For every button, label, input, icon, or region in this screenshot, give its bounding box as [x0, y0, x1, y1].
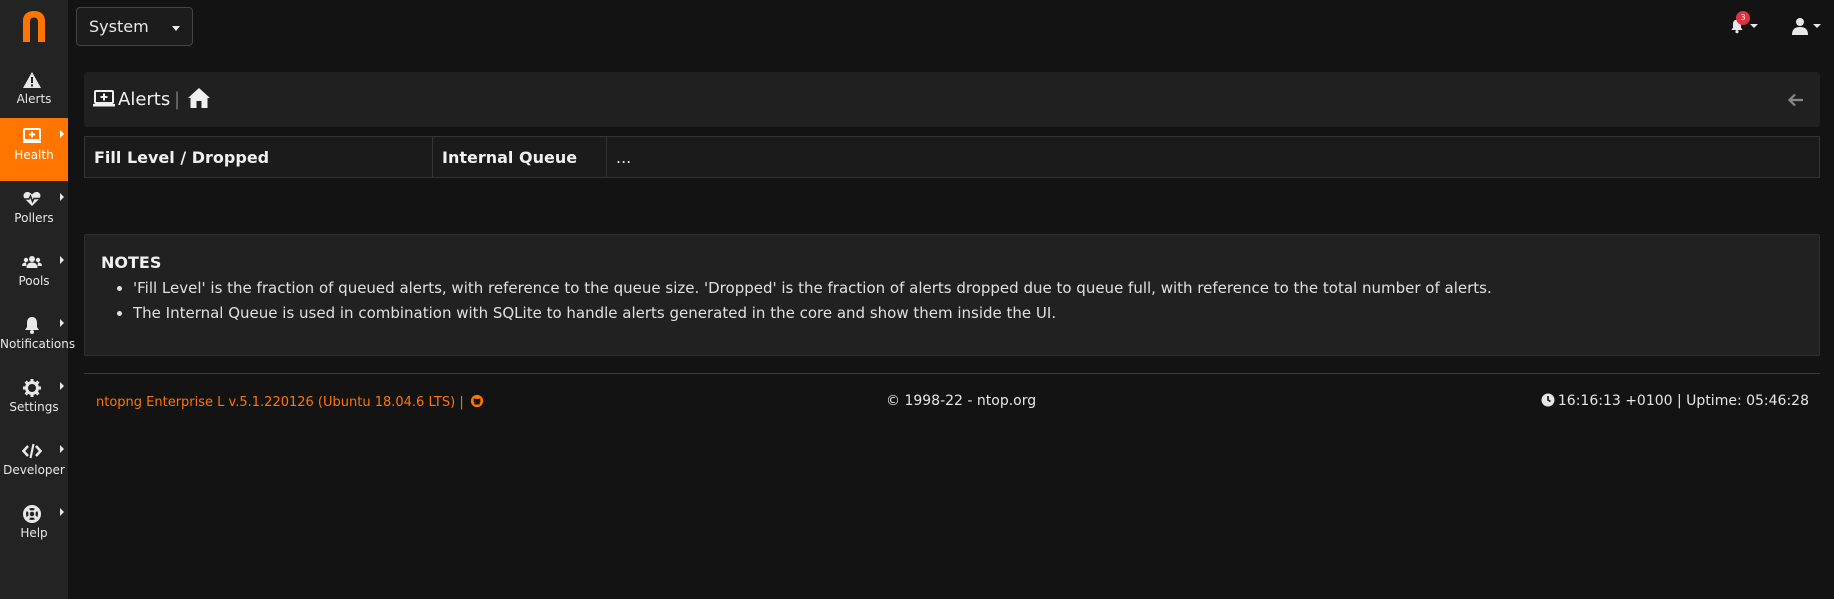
list-item: The Internal Queue is used in combinatio… — [133, 301, 1803, 326]
breadcrumb-separator: | — [174, 89, 181, 110]
chevron-down-icon — [1750, 24, 1758, 28]
lifebuoy-icon — [23, 505, 41, 523]
chevron-down-icon — [172, 26, 180, 31]
internal-queue-header: Internal Queue — [432, 136, 607, 178]
sidebar-item-label: Developer — [3, 463, 65, 477]
caret-right-icon — [60, 256, 64, 264]
interface-select-value: System — [89, 17, 149, 36]
queue-stats-table: Fill Level / Dropped Internal Queue ... — [84, 136, 1820, 178]
clock-status: 16:16:13 +0100 | Uptime: 05:46:28 — [1541, 393, 1809, 409]
user-icon — [1792, 18, 1808, 35]
sidebar-item-alerts[interactable]: Alerts — [0, 62, 68, 125]
fill-level-header: Fill Level / Dropped — [84, 136, 433, 178]
sidebar-item-label: Pollers — [14, 211, 54, 225]
sidebar-item-help[interactable]: Help — [0, 496, 68, 559]
monitor-heartbeat-icon — [23, 128, 41, 143]
sidebar-item-label: Notifications — [0, 337, 76, 351]
home-icon[interactable] — [187, 87, 211, 109]
sidebar-item-label: Alerts — [16, 92, 52, 106]
warning-icon — [23, 72, 41, 88]
bell-icon — [25, 317, 39, 334]
footer-divider — [84, 373, 1820, 374]
caret-right-icon — [60, 508, 64, 516]
monitor-heartbeat-icon — [93, 90, 115, 107]
notes-list: 'Fill Level' is the fraction of queued a… — [101, 276, 1803, 326]
caret-right-icon — [60, 319, 64, 327]
page-header: Alerts | — [84, 72, 1820, 127]
gear-icon — [23, 379, 41, 397]
sidebar-item-notifications[interactable]: Notifications — [0, 307, 76, 370]
table-row: Fill Level / Dropped Internal Queue ... — [84, 136, 1820, 178]
users-icon — [22, 256, 42, 268]
version-info: ntopng Enterprise L v.5.1.220126 (Ubuntu… — [96, 394, 484, 410]
list-item: 'Fill Level' is the fraction of queued a… — [133, 276, 1803, 301]
user-menu-button[interactable] — [1785, 16, 1825, 40]
code-icon — [22, 443, 42, 459]
ntopng-logo[interactable] — [19, 9, 49, 43]
chevron-down-icon — [1813, 24, 1821, 28]
page-title: Alerts — [118, 89, 171, 110]
sidebar-item-health[interactable]: Health — [0, 118, 68, 181]
caret-right-icon — [60, 445, 64, 453]
sidebar-item-developer[interactable]: Developer — [0, 433, 68, 496]
queue-value-cell: ... — [606, 136, 1820, 178]
interface-select[interactable]: System — [76, 7, 193, 46]
uptime-text: 16:16:13 +0100 | Uptime: 05:46:28 — [1557, 393, 1809, 409]
heart-pulse-icon — [23, 191, 41, 206]
notes-title: NOTES — [101, 253, 162, 272]
arrow-left-icon[interactable] — [1787, 91, 1805, 109]
sidebar-item-label: Settings — [9, 400, 59, 414]
notification-count-badge: 3 — [1736, 11, 1750, 25]
caret-right-icon — [60, 130, 64, 138]
sidebar-item-settings[interactable]: Settings — [0, 370, 68, 433]
copyright: © 1998-22 - ntop.org — [886, 393, 1037, 409]
sidebar-item-label: Help — [20, 526, 48, 540]
caret-right-icon — [60, 382, 64, 390]
sidebar-item-label: Health — [14, 148, 54, 162]
version-link[interactable]: ntopng Enterprise L v.5.1.220126 (Ubuntu… — [96, 395, 464, 410]
notes-panel: NOTES 'Fill Level' is the fraction of qu… — [84, 234, 1820, 356]
sidebar-item-pollers[interactable]: Pollers — [0, 181, 68, 244]
github-icon[interactable] — [470, 394, 484, 408]
sidebar-item-pools[interactable]: Pools — [0, 244, 68, 307]
caret-right-icon — [60, 193, 64, 201]
clock-icon — [1541, 393, 1555, 407]
sidebar: Alerts Health Pollers Pools Notification… — [0, 0, 76, 599]
sidebar-item-label: Pools — [18, 274, 50, 288]
